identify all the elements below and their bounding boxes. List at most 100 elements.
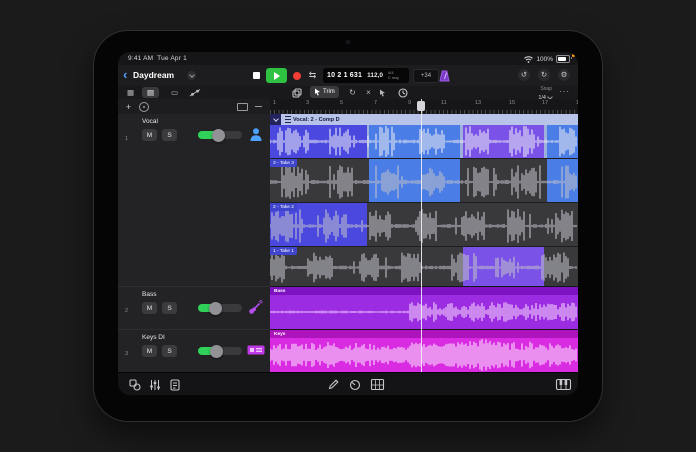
editor-pencil-button[interactable] — [326, 378, 340, 391]
loop-tool-button[interactable]: ↻ — [346, 87, 359, 98]
volume-slider[interactable] — [198, 301, 242, 315]
status-date: Tue Apr 1 — [157, 55, 187, 62]
header-collapse-icon[interactable] — [255, 106, 262, 107]
header-display-icon[interactable] — [237, 103, 248, 111]
takes-icon — [285, 116, 291, 123]
take-label: 3 - Take 3 — [270, 159, 297, 167]
main-toolbar: ‹ Daydream ⇆ 10 2 1 631 112,0 4/4 C maj … — [118, 65, 578, 87]
bottom-toolbar — [118, 372, 578, 395]
trim-tool-button[interactable]: Trim — [310, 86, 339, 98]
ruler-bar-17: 17 — [542, 100, 549, 106]
trim-tool-label: Trim — [323, 89, 335, 95]
mixer-button[interactable] — [148, 378, 162, 391]
duplicate-icon[interactable] — [290, 87, 304, 98]
track-number: 1 — [125, 136, 129, 142]
keys-region[interactable]: Keys — [269, 329, 578, 373]
piano-roll-button[interactable] — [370, 378, 384, 391]
ruler-bar-13: 13 — [475, 100, 482, 106]
take-lane-1[interactable]: 1 - Take 1 — [269, 246, 578, 287]
comp-section-take1[interactable] — [463, 125, 544, 158]
ipad-device-frame: 9:41 AM Tue Apr 1 100% ‹ Daydream ⇆ 10 2… — [94, 31, 602, 421]
undo-button[interactable]: ↺ — [518, 69, 530, 81]
comp-lane[interactable] — [269, 125, 578, 158]
bass-region[interactable]: Bass — [269, 286, 578, 330]
mute-button[interactable]: M — [142, 302, 157, 314]
track-header-vocal[interactable]: 1 Vocal M S — [118, 114, 270, 158]
status-time: 9:41 AM — [128, 55, 154, 62]
volume-slider[interactable] — [198, 344, 242, 358]
take-lane-3[interactable]: 3 - Take 3 — [269, 158, 578, 203]
settings-button[interactable]: ⚙ — [558, 69, 570, 81]
add-track-button[interactable]: + — [123, 101, 134, 112]
record-button[interactable] — [289, 69, 304, 82]
lcd-key: C maj — [388, 74, 399, 80]
stop-button[interactable] — [249, 69, 264, 82]
ruler-bar-9: 9 — [408, 100, 412, 106]
track-header-strip: + — [118, 99, 271, 115]
split-tool-button[interactable]: × — [362, 87, 375, 98]
solo-button[interactable]: S — [162, 302, 177, 314]
track-name: Vocal — [142, 118, 158, 125]
comp-section-take3b[interactable] — [547, 125, 578, 158]
browser-view-button[interactable]: ▦ — [122, 87, 139, 98]
quantize-clock-button[interactable] — [396, 87, 409, 98]
automation-button[interactable] — [186, 87, 203, 98]
take-label: 1 - Take 1 — [270, 247, 297, 255]
cycle-button[interactable]: ⇆ — [305, 68, 320, 82]
ruler-bar-15: 15 — [509, 100, 516, 106]
take-lane-2[interactable]: 2 - Take 2 — [269, 202, 578, 247]
more-button[interactable]: ··· — [559, 87, 570, 96]
ruler-bar-5: 5 — [340, 100, 344, 106]
take-folder-disclosure-button[interactable] — [270, 114, 281, 125]
record-icon — [292, 71, 301, 80]
play-button[interactable] — [266, 68, 287, 83]
play-surface-keyboard-button[interactable] — [555, 378, 571, 391]
track-header-keys[interactable]: 3 Keys DI M S — [118, 329, 270, 373]
lcd-tempo: 112,0 — [367, 72, 384, 79]
page: 9:41 AM Tue Apr 1 100% ‹ Daydream ⇆ 10 2… — [0, 0, 696, 452]
mic-in-use-indicator — [572, 54, 575, 57]
tracks-timeline[interactable]: Vocal: 2 - Comp D 3 - Take 3 2 - Take 2 … — [269, 114, 578, 373]
ruler-bar-3: 3 — [306, 100, 310, 106]
keys-region-label: Keys — [274, 331, 286, 337]
comp-section-take2[interactable] — [270, 125, 367, 158]
take3-selected-section-b[interactable] — [547, 159, 578, 203]
track-header-bass[interactable]: 2 Bass M S — [118, 286, 270, 330]
volume-slider[interactable] — [198, 128, 242, 142]
join-tool-button[interactable] — [376, 87, 389, 98]
take3-selected-section[interactable] — [369, 159, 460, 203]
marquee-tool-button[interactable]: ▭ — [166, 87, 183, 98]
comp-section-take3[interactable] — [369, 125, 460, 158]
snap-label: Snap — [540, 86, 552, 92]
playhead-line — [421, 99, 422, 372]
lcd-display[interactable]: 10 2 1 631 112,0 4/4 C maj — [323, 68, 409, 83]
plugins-button[interactable] — [168, 378, 182, 391]
stop-icon — [253, 72, 260, 79]
browser-button[interactable] — [128, 378, 142, 391]
battery-icon — [556, 55, 572, 63]
take-folder-header[interactable]: Vocal: 2 - Comp D — [270, 114, 578, 125]
track-name: Bass — [142, 291, 157, 298]
ruler-bar-7: 7 — [374, 100, 378, 106]
project-title[interactable]: Daydream — [133, 70, 174, 80]
mute-button[interactable]: M — [142, 129, 157, 141]
solo-button[interactable]: S — [162, 345, 177, 357]
smart-controls-button[interactable] — [348, 378, 362, 391]
redo-button[interactable]: ↻ — [538, 69, 550, 81]
status-bar: 9:41 AM Tue Apr 1 100% — [118, 52, 578, 65]
pointer-icon — [315, 88, 320, 96]
di-box-icon — [247, 345, 265, 355]
wifi-icon — [524, 55, 534, 63]
ruler-bar-1: 1 — [273, 100, 277, 106]
playhead-handle[interactable] — [417, 101, 425, 111]
front-camera — [346, 40, 350, 44]
project-menu-button[interactable] — [187, 71, 196, 80]
metronome-icon[interactable] — [439, 69, 450, 87]
back-chevron-icon[interactable]: ‹ — [123, 68, 127, 81]
take1-selected-section[interactable] — [463, 247, 544, 287]
solo-button[interactable]: S — [162, 129, 177, 141]
mute-button[interactable]: M — [142, 345, 157, 357]
track-options-icon[interactable] — [139, 102, 149, 112]
tracks-view-button[interactable]: ▤ — [142, 87, 159, 98]
ruler-bar-11: 11 — [441, 100, 447, 106]
